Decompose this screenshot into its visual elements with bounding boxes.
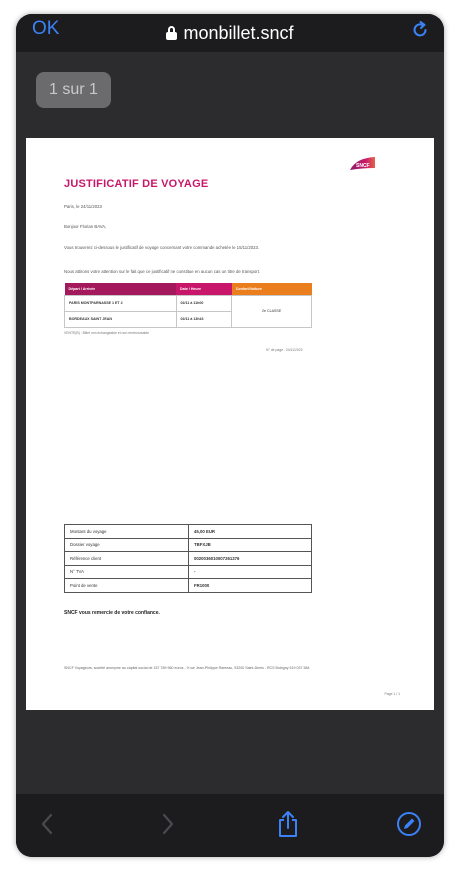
table-row: Point de vente FR1000 [64,578,312,593]
info-label: N° TVA [64,564,189,579]
document-title: JUSTIFICATIF DE VOYAGE [64,178,209,190]
trip-datetime: 02/11 à 13h16 [175,310,233,328]
info-label: Point de vente [64,578,189,593]
trip-comfort: 2e CLASSE [231,294,312,328]
reload-icon[interactable] [410,20,430,45]
logo-text: SNCF [356,163,370,169]
trip-legend: VENTE(B) : Billet non échangeable et non… [64,331,150,335]
trip-station: PARIS MONTPARNASSE 1 ET 2 [64,294,177,312]
bottom-toolbar [16,794,444,857]
trip-datetime: 02/11 à 11h00 [175,294,233,312]
page-reference: N° de page : 24/11/2023 [266,348,303,352]
markup-pen-icon[interactable] [394,809,424,839]
legal-footer: SNCF Voyageurs, société anonyme au capit… [64,666,310,670]
table-row: Dossier voyage TBFXJB [64,537,312,552]
browser-top-bar: OK monbillet.sncf [16,14,444,52]
date-line: Paris, le 24/11/2023 [64,204,102,209]
paragraph-2: Nous attirons votre attention sur le fai… [64,269,261,274]
info-value: 0020036010007261376 [188,551,312,566]
trip-header: Date / Heure [176,283,232,295]
info-label: Référence client [64,551,189,566]
info-value: - [188,564,312,579]
sncf-logo: SNCF [348,156,378,176]
lock-icon [166,26,178,40]
info-label: Dossier voyage [64,537,189,552]
trip-header: Départ / Arrivée [64,283,177,295]
trip-station: BORDEAUX SAINT JEAN [64,310,177,328]
url-text: monbillet.sncf [183,22,294,43]
phone-frame: OK monbillet.sncf 1 sur 1 SNCF JUSTIFICA… [16,14,444,857]
thanks-line: SNCF vous remercie de votre confiance. [64,610,160,616]
page-number: Page 1 / 1 [384,692,400,696]
url-display[interactable]: monbillet.sncf [166,22,294,44]
greeting: Bonjour Florian BAVA, [64,224,107,229]
chevron-right-icon[interactable] [153,809,183,839]
info-value: 45,00 EUR [188,524,312,539]
pdf-page: SNCF JUSTIFICATIF DE VOYAGE Paris, le 24… [26,138,434,710]
trip-header: Confort/Voiture [231,283,312,295]
pdf-viewer[interactable]: 1 sur 1 SNCF JUSTIFICATIF DE VOYAGE Pari… [16,52,444,794]
share-icon[interactable] [273,809,303,839]
trip-row: PARIS MONTPARNASSE 1 ET 2 02/11 à 11h00 … [64,294,312,328]
table-row: Montant du voyage 45,00 EUR [64,524,312,539]
chevron-left-icon[interactable] [32,809,62,839]
info-label: Montant du voyage [64,524,189,539]
ok-button[interactable]: OK [32,18,59,40]
trip-table: Départ / Arrivée Date / Heure Confort/Vo… [64,283,312,328]
paragraph-1: Vous trouverez ci-dessous le justificati… [64,245,260,250]
info-value: TBFXJB [188,537,312,552]
table-row: N° TVA - [64,564,312,579]
info-table: Montant du voyage 45,00 EUR Dossier voya… [64,524,312,593]
page-count-badge: 1 sur 1 [36,72,111,108]
table-row: Référence client 0020036010007261376 [64,551,312,566]
info-value: FR1000 [188,578,312,593]
